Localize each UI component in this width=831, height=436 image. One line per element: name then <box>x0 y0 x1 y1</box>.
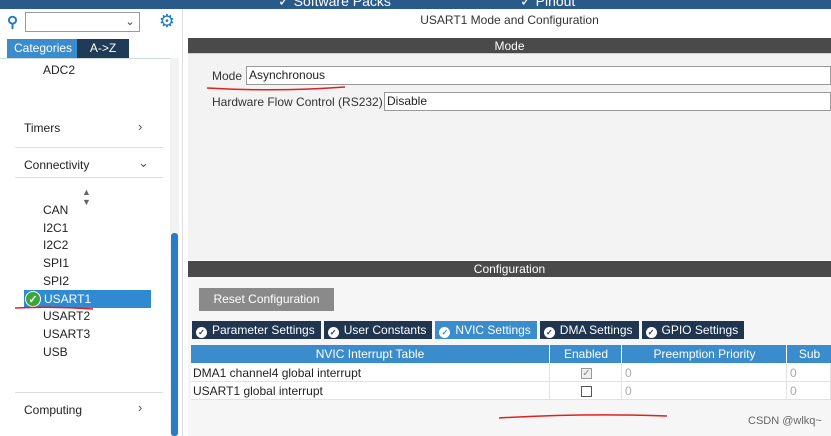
table-row[interactable]: DMA1 channel4 global interrupt ✓ 0 0 <box>191 364 831 382</box>
chevron-right-icon[interactable]: › <box>138 119 142 134</box>
interrupt-name: DMA1 channel4 global interrupt <box>191 364 550 382</box>
tab-label: NVIC Settings <box>455 323 531 337</box>
tab-parameter-settings[interactable]: ✓ Parameter Settings <box>192 321 321 339</box>
interrupt-name: USART1 global interrupt <box>191 382 550 400</box>
list-item-usart3[interactable]: USART3 <box>43 327 90 341</box>
tab-nvic-settings[interactable]: ✓ NVIC Settings <box>435 321 537 339</box>
check-circle-icon: ✓ <box>439 327 451 338</box>
column-header[interactable]: Enabled <box>551 345 622 363</box>
check-circle-icon: ✓ <box>543 327 555 338</box>
mode-select[interactable]: Asynchronous <box>246 66 831 85</box>
preemption-priority-field[interactable]: 0 <box>623 364 787 382</box>
sub-priority-field[interactable]: 0 <box>788 382 831 400</box>
top-toolbar: ✓ Software Packs ✓ Pinout <box>0 0 831 9</box>
list-item-spi1[interactable]: SPI1 <box>43 256 69 270</box>
enabled-cell: ✓ <box>551 364 622 382</box>
configuration-section-header: Configuration <box>188 261 831 277</box>
divider <box>15 147 163 148</box>
check-circle-icon: ✓ <box>327 327 339 338</box>
tab-label: Parameter Settings <box>212 323 315 337</box>
check-circle-icon: ✓ <box>25 291 41 307</box>
chevron-down-icon[interactable]: ⌄ <box>123 13 137 31</box>
table-row[interactable]: USART1 global interrupt 0 0 <box>191 382 831 400</box>
list-item-i2c1[interactable]: I2C1 <box>43 221 68 235</box>
sidebar: ⚲ ⌄ ⚙ Categories A->Z ADC2 Timers › Conn… <box>0 9 183 436</box>
check-circle-icon: ✓ <box>645 327 657 338</box>
tab-categories[interactable]: Categories <box>7 39 77 58</box>
enabled-checkbox[interactable]: ✓ <box>581 368 592 379</box>
chevron-down-icon[interactable]: ⌄ <box>138 155 149 171</box>
category-computing[interactable]: Computing <box>24 403 82 417</box>
enabled-cell <box>551 382 622 400</box>
page-title: USART1 Mode and Configuration <box>420 13 599 27</box>
tab-label: User Constants <box>343 323 427 337</box>
category-list <box>0 58 170 436</box>
category-connectivity[interactable]: Connectivity <box>24 158 89 172</box>
list-item-i2c2[interactable]: I2C2 <box>43 238 68 252</box>
tab-dma-settings[interactable]: ✓ DMA Settings <box>539 321 639 339</box>
list-item-usb[interactable]: USB <box>43 345 68 359</box>
search-input[interactable]: ⌄ <box>25 12 140 32</box>
divider <box>15 177 163 178</box>
table-header: NVIC Interrupt Table Enabled Preemption … <box>191 345 831 363</box>
tab-label: GPIO Settings <box>661 323 739 337</box>
software-packs-menu[interactable]: ✓ Software Packs <box>278 0 391 9</box>
sub-priority-field[interactable]: 0 <box>788 364 831 382</box>
tab-user-constants[interactable]: ✓ User Constants <box>323 321 433 339</box>
column-header[interactable]: NVIC Interrupt Table <box>191 345 550 363</box>
main-panel: USART1 Mode and Configuration Mode Mode … <box>188 9 831 436</box>
gear-icon[interactable]: ⚙ <box>158 12 176 30</box>
watermark: CSDN @wlkq~ <box>748 415 822 427</box>
mode-section-header: Mode <box>188 38 831 54</box>
category-timers[interactable]: Timers <box>24 121 60 135</box>
mode-panel: Mode Asynchronous Hardware Flow Control … <box>188 53 831 260</box>
scrollbar-thumb[interactable] <box>171 233 178 436</box>
list-item-spi2[interactable]: SPI2 <box>43 274 69 288</box>
tab-az[interactable]: A->Z <box>77 39 129 58</box>
sidebar-tabs: Categories A->Z <box>7 39 129 58</box>
column-header[interactable]: Sub <box>788 345 831 363</box>
pinout-menu[interactable]: ✓ Pinout <box>520 0 575 9</box>
list-item-label: USART1 <box>44 292 92 306</box>
check-circle-icon: ✓ <box>196 327 207 338</box>
divider <box>15 392 163 393</box>
configuration-tabs: ✓ Parameter Settings ✓ User Constants ✓ NVI… <box>192 321 747 339</box>
preemption-priority-field[interactable]: 0 <box>623 382 787 400</box>
flow-control-label: Hardware Flow Control (RS232) <box>212 95 383 109</box>
sort-icon[interactable]: ▲ ▼ <box>82 187 91 207</box>
chevron-right-icon[interactable]: › <box>138 400 142 415</box>
search-icon[interactable]: ⚲ <box>7 13 21 31</box>
enabled-checkbox[interactable] <box>581 386 592 397</box>
app-window: ✓ Software Packs ✓ Pinout ⚲ ⌄ ⚙ Categori… <box>0 0 831 436</box>
mode-label: Mode <box>212 69 243 83</box>
tab-gpio-settings[interactable]: ✓ GPIO Settings <box>641 321 745 339</box>
list-item-can[interactable]: CAN <box>43 203 68 217</box>
red-underline-annotation <box>206 86 346 91</box>
flow-control-select[interactable]: Disable <box>384 92 831 111</box>
list-item-usart2[interactable]: USART2 <box>43 309 90 323</box>
reset-configuration-button[interactable]: Reset Configuration <box>199 288 334 311</box>
list-item-adc2[interactable]: ADC2 <box>43 63 75 77</box>
configuration-panel: Reset Configuration ✓ Parameter Settings … <box>188 277 831 436</box>
red-underline-annotation <box>498 414 668 419</box>
column-header[interactable]: Preemption Priority <box>623 345 787 363</box>
tab-label: DMA Settings <box>559 323 633 337</box>
